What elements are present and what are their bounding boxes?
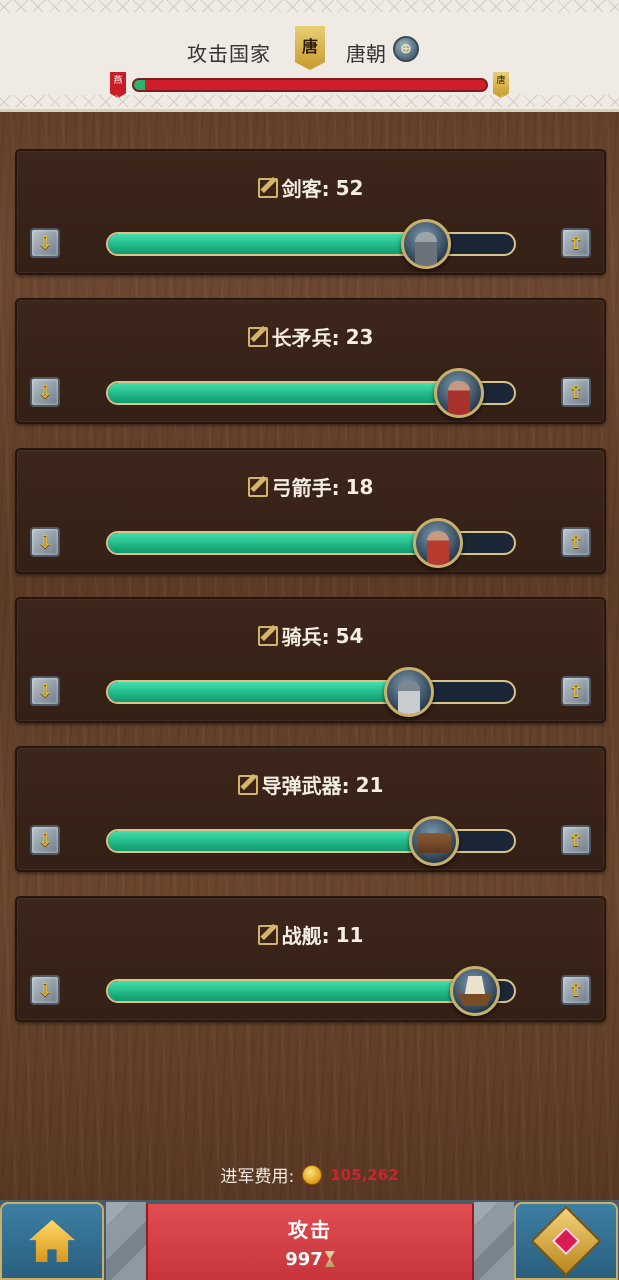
catapult-icon[interactable] xyxy=(409,816,459,866)
unit-count: 23 xyxy=(345,324,374,349)
warship-icon[interactable] xyxy=(450,966,500,1016)
cavalry-icon[interactable] xyxy=(384,667,435,717)
attack-cost: 997 xyxy=(285,1249,323,1270)
unit-count: 54 xyxy=(335,623,364,648)
page-title: 攻击国家 xyxy=(187,42,271,66)
decrease-button[interactable]: ⇩ xyxy=(30,975,60,1005)
unit-name: 长矛兵: xyxy=(271,326,340,350)
march-cost-value: 105,262 xyxy=(330,1165,399,1184)
unit-count: 21 xyxy=(355,772,384,797)
slider-fill xyxy=(108,234,425,254)
unit-name: 剑客: xyxy=(281,177,330,201)
decrease-button[interactable]: ⇩ xyxy=(30,377,60,407)
header: 攻击国家 唐 唐朝 ⊕ 燕 唐 xyxy=(0,0,619,112)
attacker-flag-icon: 燕 xyxy=(110,72,126,98)
unit-card-warship: 战舰: 11 ⇩ ⇧ xyxy=(15,896,606,1022)
unit-card-swordsman: 剑客: 52 ⇩ ⇧ xyxy=(15,149,606,275)
gem-shop-button[interactable] xyxy=(514,1202,618,1280)
target-nation-name: 唐朝 xyxy=(346,42,386,66)
slider-fill xyxy=(108,831,433,851)
march-cost: 进军费用: 105,262 xyxy=(0,1162,619,1187)
edit-icon[interactable] xyxy=(247,326,268,347)
stone-decoration xyxy=(474,1202,514,1280)
unit-count: 11 xyxy=(335,922,364,947)
edit-icon[interactable] xyxy=(257,625,278,646)
home-button[interactable] xyxy=(0,1202,104,1280)
slider-fill xyxy=(108,682,409,702)
stone-decoration xyxy=(106,1202,146,1280)
archer-icon[interactable] xyxy=(413,518,464,568)
decrease-button[interactable]: ⇩ xyxy=(30,825,60,855)
unit-slider[interactable] xyxy=(106,232,516,256)
unit-name: 战舰: xyxy=(281,924,330,948)
spearman-icon[interactable] xyxy=(433,368,484,418)
gem-icon xyxy=(530,1205,602,1277)
attack-label: 攻击 xyxy=(288,1218,332,1242)
increase-button[interactable]: ⇧ xyxy=(561,825,591,855)
slider-fill xyxy=(108,981,474,1001)
unit-name: 骑兵: xyxy=(281,625,330,649)
strength-fill xyxy=(134,80,145,90)
unit-count: 18 xyxy=(345,474,374,499)
increase-button[interactable]: ⇧ xyxy=(561,377,591,407)
unit-card-missile: 导弹武器: 21 ⇩ ⇧ xyxy=(15,746,606,872)
slider-fill xyxy=(108,533,437,553)
unit-card-archer: 弓箭手: 18 ⇩ ⇧ xyxy=(15,448,606,574)
unit-count: 52 xyxy=(335,175,364,200)
decrease-button[interactable]: ⇩ xyxy=(30,676,60,706)
edit-icon[interactable] xyxy=(257,177,278,198)
globe-info-icon[interactable]: ⊕ xyxy=(393,36,419,62)
march-cost-label: 进军费用: xyxy=(220,1167,295,1187)
slider-fill xyxy=(108,383,458,403)
unit-name: 导弹武器: xyxy=(261,774,350,798)
increase-button[interactable]: ⇧ xyxy=(561,228,591,258)
hourglass-icon xyxy=(324,1251,335,1267)
defender-flag-icon: 唐 xyxy=(493,72,509,98)
unit-name: 弓箭手: xyxy=(271,476,340,500)
swordsman-icon[interactable] xyxy=(400,219,451,269)
edit-icon[interactable] xyxy=(257,924,278,945)
unit-card-cavalry: 骑兵: 54 ⇩ ⇧ xyxy=(15,597,606,723)
gold-coin-icon xyxy=(302,1164,323,1185)
target-banner-icon: 唐 xyxy=(295,26,325,70)
increase-button[interactable]: ⇧ xyxy=(561,975,591,1005)
decrease-button[interactable]: ⇩ xyxy=(30,228,60,258)
increase-button[interactable]: ⇧ xyxy=(561,527,591,557)
attack-button[interactable]: 攻击 997 xyxy=(146,1204,474,1280)
unit-slider[interactable] xyxy=(106,680,516,704)
edit-icon[interactable] xyxy=(237,774,258,795)
home-icon xyxy=(29,1220,75,1262)
increase-button[interactable]: ⇧ xyxy=(561,676,591,706)
unit-card-spearman: 长矛兵: 23 ⇩ ⇧ xyxy=(15,298,606,424)
edit-icon[interactable] xyxy=(247,476,268,497)
decrease-button[interactable]: ⇩ xyxy=(30,527,60,557)
strength-comparison-bar xyxy=(132,78,488,92)
